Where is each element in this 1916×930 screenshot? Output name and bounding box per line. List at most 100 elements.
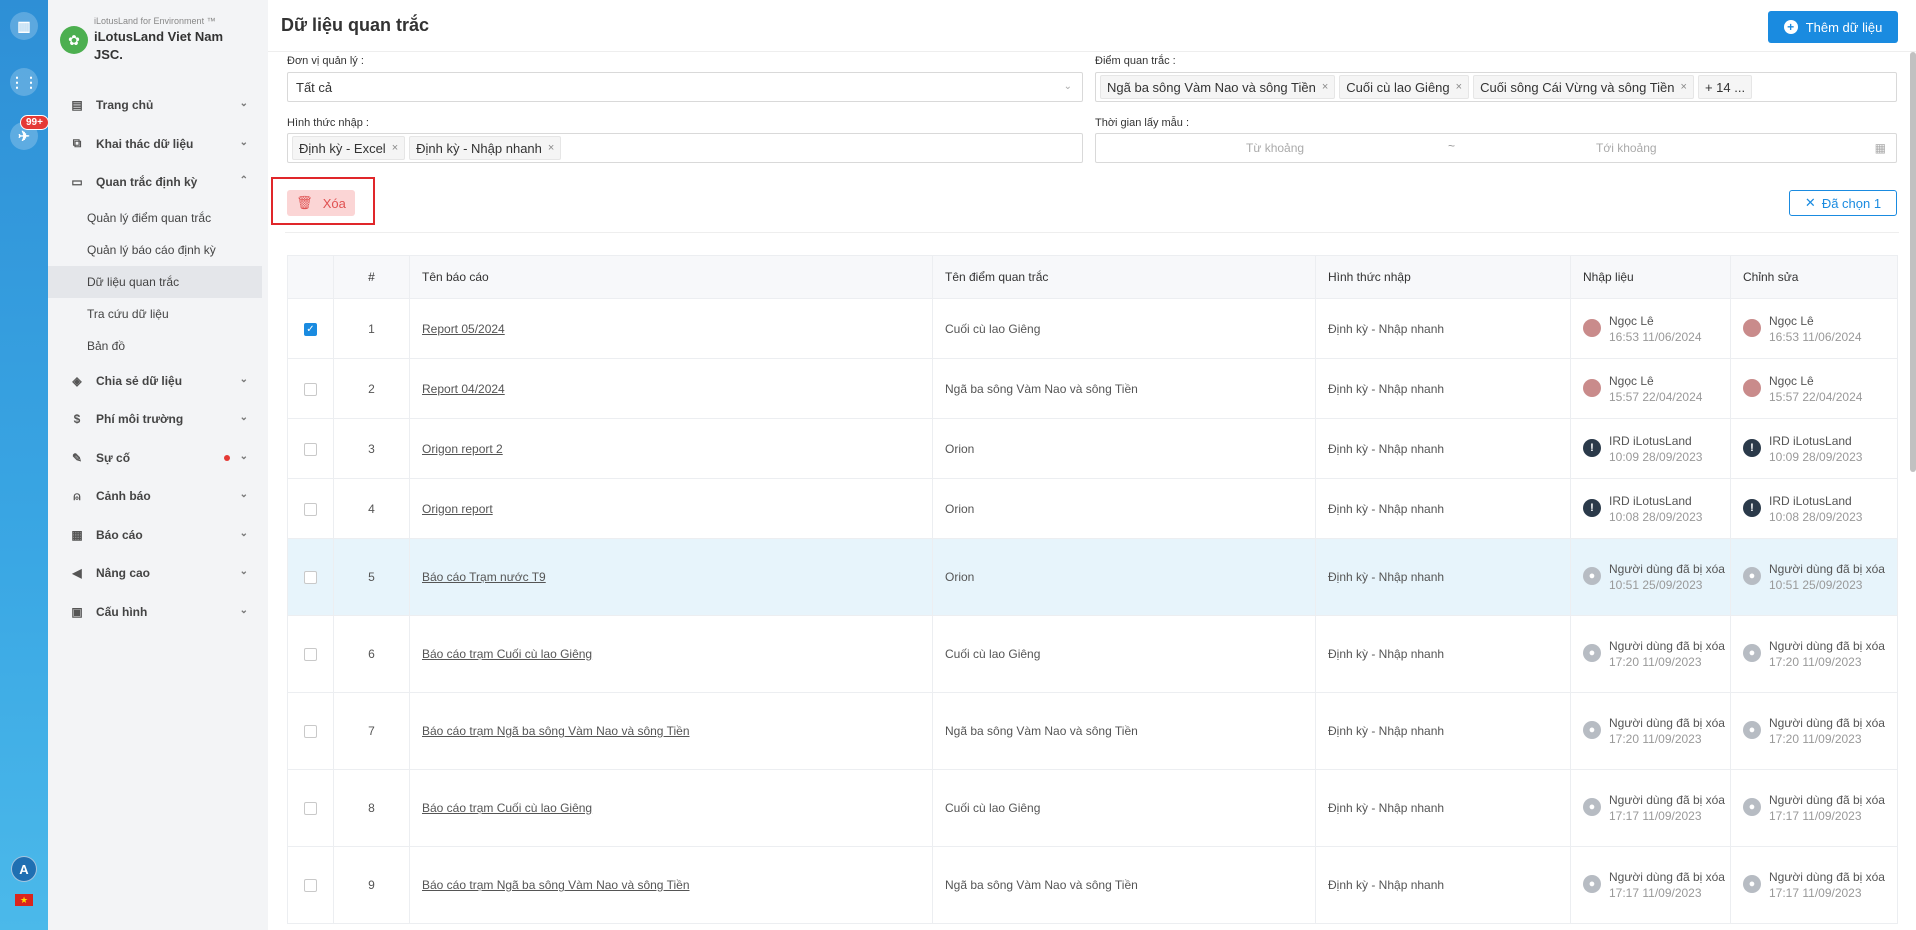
report-link[interactable]: Báo cáo trạm Ngã ba sông Vàm Nao và sông… xyxy=(422,724,690,738)
to-date-input[interactable]: Tới khoảng xyxy=(1596,141,1657,155)
column-header: # xyxy=(333,255,410,299)
delete-highlight-box: 🗑 Xóa xyxy=(271,177,375,225)
close-icon[interactable]: × xyxy=(1456,81,1462,93)
unit-filter-label: Đơn vị quản lý : xyxy=(287,55,364,67)
row-checkbox[interactable] xyxy=(304,382,317,396)
point-tag[interactable]: Cuối sông Cái Vừng và sông Tiền × xyxy=(1473,75,1694,99)
row-select-cell xyxy=(287,615,334,693)
edited-by-cell: ● Người dùng đã bị xóa 10:51 25/09/2023 xyxy=(1730,538,1898,616)
row-checkbox[interactable] xyxy=(304,802,317,816)
row-select-cell xyxy=(287,418,334,479)
report-link[interactable]: Báo cáo Trạm nước T9 xyxy=(422,570,546,584)
method-tag[interactable]: Định kỳ - Nhập nhanh × xyxy=(409,136,562,160)
table-row[interactable]: 7 Báo cáo trạm Ngã ba sông Vàm Nao và sôn… xyxy=(287,692,1898,770)
row-checkbox[interactable] xyxy=(304,725,317,739)
report-link[interactable]: Origon report 2 xyxy=(422,442,503,456)
report-name-cell: Báo cáo trạm Ngã ba sông Vàm Nao và sông… xyxy=(409,692,933,770)
row-checkbox[interactable] xyxy=(304,571,317,585)
point-tag[interactable]: Ngã ba sông Vàm Nao và sông Tiền × xyxy=(1100,75,1336,99)
close-icon[interactable]: × xyxy=(548,142,554,154)
method-select[interactable]: Định kỳ - Excel × Định kỳ - Nhập nhanh × xyxy=(287,133,1083,163)
edited-by-cell: ● Người dùng đã bị xóa 17:20 11/09/2023 xyxy=(1730,692,1898,770)
close-icon[interactable]: × xyxy=(1322,81,1328,93)
chevron-down-icon: ⌄ xyxy=(239,527,248,539)
subitem-data-lookup[interactable]: Tra cứu dữ liệu xyxy=(48,298,268,330)
sidebar-item-data-sharing[interactable]: ◈ Chia sẻ dữ liệu ⌄ xyxy=(48,362,268,401)
report-link[interactable]: Origon report xyxy=(422,502,493,516)
point-tag[interactable]: Cuối cù lao Giêng × xyxy=(1339,75,1470,99)
row-checkbox[interactable] xyxy=(304,502,317,516)
subitem-map[interactable]: Bản đồ xyxy=(48,330,268,362)
user-avatar[interactable]: A xyxy=(11,856,37,882)
language-flag-icon[interactable]: ★ xyxy=(15,894,33,906)
report-link[interactable]: Report 05/2024 xyxy=(422,322,505,336)
app-logo-icon[interactable]: ▥ xyxy=(10,12,38,40)
table-row[interactable]: 3 Origon report 2 Orion Định kỳ - Nhập nhan… xyxy=(287,418,1898,479)
user-name: Người dùng đã bị xóa xyxy=(1609,793,1725,807)
input-by-cell: ● Người dùng đã bị xóa 10:51 25/09/2023 xyxy=(1570,538,1731,616)
table-row[interactable]: 6 Báo cáo trạm Cuối cù lao Giêng Cuối cù l… xyxy=(287,615,1898,693)
subitem-monitoring-points[interactable]: Quản lý điểm quan trắc xyxy=(48,202,268,234)
user-cell: ● Người dùng đã bị xóa 17:17 11/09/2023 xyxy=(1743,792,1897,824)
table-row[interactable]: ✓ 1 Report 05/2024 Cuối cù lao Giêng Định kỳ… xyxy=(287,298,1898,359)
sidebar-item-advanced[interactable]: ◀ Nâng cao ⌄ xyxy=(48,554,268,593)
document-icon: ▭ xyxy=(71,175,83,190)
sidebar-item-label: Phí môi trường xyxy=(96,412,184,427)
report-icon: ▦ xyxy=(71,527,83,542)
user-name: Ngọc Lê xyxy=(1769,313,1814,328)
add-data-button[interactable]: + Thêm dữ liệu xyxy=(1768,11,1898,43)
sidebar-item-label: Nâng cao xyxy=(96,566,151,581)
sidebar-item-incidents[interactable]: ✎ Sự cố ⌄ xyxy=(48,439,268,478)
avatar: ● xyxy=(1743,798,1761,816)
from-date-input[interactable]: Từ khoảng xyxy=(1246,141,1304,155)
sidebar-item-reports[interactable]: ▦ Báo cáo ⌄ xyxy=(48,516,268,555)
sidebar-item-data-mining[interactable]: ⧉ Khai thác dữ liệu ⌄ xyxy=(48,125,268,164)
report-link[interactable]: Báo cáo trạm Cuối cù lao Giêng xyxy=(422,801,592,815)
sidebar-item-settings[interactable]: ▣ Cấu hình ⌄ xyxy=(48,593,268,632)
subitem-monitoring-data[interactable]: Dữ liệu quan trắc xyxy=(48,265,262,298)
table-row[interactable]: 4 Origon report Orion Định kỳ - Nhập nhanh!… xyxy=(287,478,1898,539)
sidebar-item-label: Quan trắc định kỳ xyxy=(96,175,198,190)
timestamp: 10:08 28/09/2023 xyxy=(1769,509,1863,524)
row-checkbox[interactable] xyxy=(304,879,317,893)
row-select-cell xyxy=(287,846,334,924)
sidebar-item-fees[interactable]: $ Phí môi trường ⌄ xyxy=(48,400,268,439)
user-cell: ! IRD iLotusLand 10:08 28/09/2023 xyxy=(1583,493,1730,525)
sidebar-item-home[interactable]: ▤ Trang chủ ⌄ xyxy=(48,86,268,125)
user-name: Người dùng đã bị xóa xyxy=(1769,793,1885,807)
select-all-header[interactable] xyxy=(287,255,334,299)
close-icon[interactable]: × xyxy=(1681,81,1687,93)
report-link[interactable]: Báo cáo trạm Ngã ba sông Vàm Nao và sông… xyxy=(422,878,690,892)
report-link[interactable]: Report 04/2024 xyxy=(422,382,505,396)
sidebar-item-label: Sự cố xyxy=(96,450,131,465)
divider xyxy=(285,232,1899,233)
user-cell: ! IRD iLotusLand 10:09 28/09/2023 xyxy=(1743,433,1897,465)
row-select-cell xyxy=(287,692,334,770)
date-range-picker[interactable]: Từ khoảng ~ Tới khoảng ▦ xyxy=(1095,133,1897,163)
close-icon[interactable]: × xyxy=(392,142,398,154)
row-checkbox[interactable]: ✓ xyxy=(304,322,317,336)
table-row[interactable]: 8 Báo cáo trạm Cuối cù lao Giêng Cuối cù l… xyxy=(287,769,1898,847)
delete-button[interactable]: 🗑 Xóa xyxy=(287,190,355,216)
user-cell: ● Người dùng đã bị xóa 17:20 11/09/2023 xyxy=(1743,638,1897,670)
point-more-tag[interactable]: + 14 ... xyxy=(1697,75,1753,99)
row-checkbox[interactable] xyxy=(304,648,317,662)
scrollbar[interactable] xyxy=(1910,52,1916,472)
row-checkbox[interactable] xyxy=(304,442,317,456)
unit-select[interactable]: Tất cả ⌄ xyxy=(287,72,1083,102)
table-row[interactable]: 2 Report 04/2024 Ngã ba sông Vàm Nao và sô… xyxy=(287,358,1898,419)
subitem-periodic-reports[interactable]: Quản lý báo cáo định kỳ xyxy=(48,234,268,266)
user-name: Người dùng đã bị xóa xyxy=(1609,870,1725,884)
avatar: ● xyxy=(1583,875,1601,893)
table-row[interactable]: 9 Báo cáo trạm Ngã ba sông Vàm Nao và sôn… xyxy=(287,846,1898,924)
selected-count-button[interactable]: ✕ Đã chọn 1 xyxy=(1789,190,1897,216)
chevron-down-icon: ⌄ xyxy=(239,98,248,109)
sidebar-item-periodic[interactable]: ▭ Quan trắc định kỳ ⌃ xyxy=(48,163,268,202)
sidebar-item-label: Trang chủ xyxy=(96,98,154,113)
method-tag[interactable]: Định kỳ - Excel × xyxy=(292,136,406,160)
table-row[interactable]: 5 Báo cáo Trạm nước T9 Orion Định kỳ - Nhập… xyxy=(287,538,1898,616)
report-link[interactable]: Báo cáo trạm Cuối cù lao Giêng xyxy=(422,647,592,661)
sidebar-item-alerts[interactable]: ⍝ Cảnh báo ⌄ xyxy=(48,477,268,516)
apps-grid-icon[interactable]: ⋮⋮ xyxy=(10,68,38,96)
point-select[interactable]: Ngã ba sông Vàm Nao và sông Tiền × Cuối c… xyxy=(1095,72,1897,102)
